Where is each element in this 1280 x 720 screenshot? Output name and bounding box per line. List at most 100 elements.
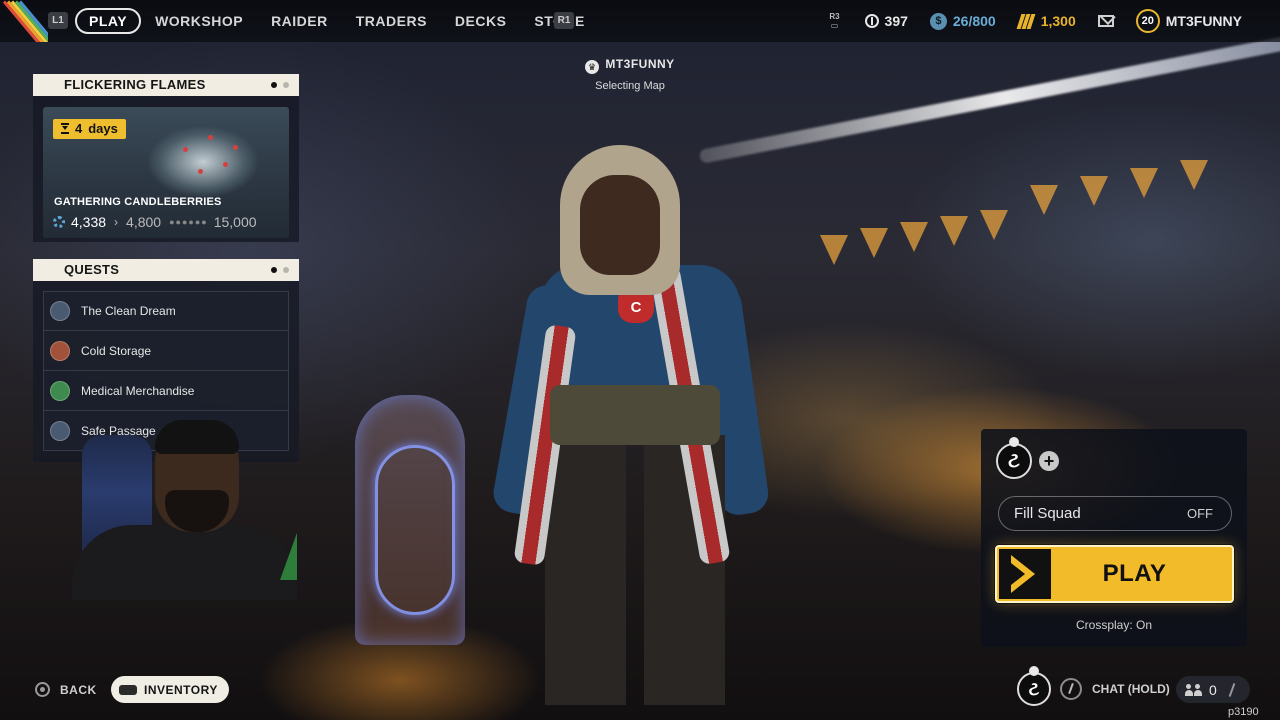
streamer-body (72, 525, 297, 600)
character-face (580, 175, 660, 275)
touchpad-icon (119, 684, 137, 695)
inventory-button[interactable]: INVENTORY (111, 676, 229, 703)
bunting-flag (820, 235, 848, 265)
berry-dot (223, 162, 228, 167)
crossplay-status: Crossplay: On (1075, 618, 1153, 632)
l1-bumper-hint[interactable]: L1 (48, 12, 68, 29)
quest-label: The Clean Dream (81, 304, 176, 318)
r3-button-icon: R3 ▭ (829, 12, 840, 30)
hourglass-icon (61, 123, 69, 134)
currency-bar: R3 ▭ 397 $ 26/800 1,300 20 MT3FUNNY (805, 0, 1280, 42)
squad-member-avatar[interactable]: ટ (996, 437, 1032, 479)
event-header[interactable]: FLICKERING FLAMES (33, 74, 299, 96)
quests-header[interactable]: QUESTS (33, 259, 299, 281)
tab-raider[interactable]: RAIDER (257, 8, 342, 34)
party-leader-name: MT3FUNNY (605, 57, 675, 71)
progress-max: 15,000 (213, 214, 257, 230)
event-card-title: GATHERING CANDLEBERRIES (54, 196, 222, 208)
gold-value: 1,300 (1040, 13, 1076, 29)
lobby-status: ♛ MT3FUNNY Selecting Map (560, 57, 700, 92)
gear-icon (53, 216, 65, 228)
page-dot (271, 267, 277, 273)
quest-label: Cold Storage (81, 343, 152, 358)
quest-giver-avatar (50, 420, 70, 441)
party-leader: ♛ MT3FUNNY (560, 57, 700, 74)
back-button[interactable]: BACK (35, 682, 97, 697)
event-panel: FLICKERING FLAMES 4 days GATHERING CANDLE… (33, 74, 299, 242)
people-icon (1185, 683, 1203, 696)
streamer-hair (155, 420, 239, 454)
timer-value: 4 (75, 121, 83, 136)
player-avatar[interactable]: ટ (1017, 666, 1051, 706)
bunting-flag (860, 228, 888, 258)
cred-icon: $ (929, 12, 947, 30)
top-nav-bar: L1 PLAY WORKSHOP RAIDER TRADERS DECKS ST… (0, 0, 1280, 42)
quest-item[interactable]: Medical Merchandise (43, 371, 289, 411)
coins-value: 397 (884, 13, 908, 29)
crown-icon: ♛ (585, 60, 600, 74)
gold-bars-icon (1016, 13, 1036, 29)
quest-item[interactable]: Cold Storage (43, 331, 289, 371)
light-beam (698, 31, 1280, 164)
quests-title: QUESTS (64, 262, 120, 277)
page-dots (271, 267, 289, 273)
add-squad-member-button[interactable]: + (1039, 451, 1059, 471)
player-name: MT3FUNNY (1165, 13, 1242, 29)
berry-dot (198, 169, 203, 174)
character-belt (550, 385, 720, 445)
chevron-right-icon: › (114, 215, 119, 229)
chat-button[interactable]: CHAT (HOLD) (1060, 678, 1170, 700)
cred-value: 26/800 (952, 13, 996, 29)
progress-dots: ●●●●●● (169, 217, 208, 227)
r3-hint[interactable]: R3 ▭ (827, 12, 843, 30)
play-label: PLAY (1102, 560, 1167, 587)
jacket-logo: C (618, 293, 654, 323)
page-dot (283, 82, 289, 88)
inventory-label: INVENTORY (144, 682, 218, 697)
mail-icon (1097, 15, 1114, 27)
fill-squad-toggle[interactable]: Fill Squad OFF (998, 496, 1232, 531)
tab-play[interactable]: PLAY (75, 8, 142, 34)
fill-squad-value: OFF (1187, 506, 1213, 521)
page-dot (271, 82, 277, 88)
bunting-flag (1030, 185, 1058, 215)
cred-stat: $ 26/800 (929, 12, 996, 30)
gold-stat: 1,300 (1016, 13, 1076, 29)
mail-button[interactable] (1097, 15, 1114, 27)
main-nav: PLAY WORKSHOP RAIDER TRADERS DECKS STORE (75, 8, 599, 34)
event-timer: 4 days (53, 119, 126, 139)
timer-unit: days (88, 121, 118, 136)
bunting-flag (1080, 176, 1108, 206)
bunting-flag (900, 222, 928, 252)
quest-giver-avatar (50, 301, 70, 321)
streamer-webcam (72, 420, 297, 600)
tree-decoration (280, 530, 297, 580)
quest-item[interactable]: The Clean Dream (43, 291, 289, 331)
page-dots (271, 82, 289, 88)
r1-bumper-hint[interactable]: R1 (554, 12, 574, 29)
tab-traders[interactable]: TRADERS (342, 8, 441, 34)
friends-count: 0 (1209, 681, 1217, 698)
event-progress: 4,338 › 4,800 ●●●●●● 15,000 (53, 214, 289, 230)
bunting-flag (1180, 160, 1208, 190)
progress-next: 4,800 (126, 214, 162, 230)
player-profile[interactable]: 20 MT3FUNNY (1135, 9, 1242, 33)
back-label: BACK (60, 682, 97, 697)
stick-icon (1228, 682, 1236, 697)
quest-giver-avatar (50, 380, 70, 401)
coin-icon (864, 14, 879, 28)
event-card[interactable]: 4 days GATHERING CANDLEBERRIES 4,338 › 4,… (43, 107, 289, 238)
quest-giver-avatar (50, 340, 70, 361)
berry-dot (183, 147, 188, 152)
chat-stick-icon (1060, 678, 1082, 700)
build-watermark: p3190 (1228, 706, 1259, 718)
berry-dot (233, 145, 238, 150)
friends-button[interactable]: 0 (1176, 676, 1250, 703)
fill-squad-label: Fill Squad (1014, 505, 1081, 522)
tab-workshop[interactable]: WORKSHOP (141, 8, 257, 34)
r3-label: R3 (829, 12, 840, 21)
bunting-flag (940, 216, 968, 246)
tab-decks[interactable]: DECKS (441, 8, 521, 34)
bunting-flag (1130, 168, 1158, 198)
play-button[interactable]: PLAY (995, 545, 1234, 603)
